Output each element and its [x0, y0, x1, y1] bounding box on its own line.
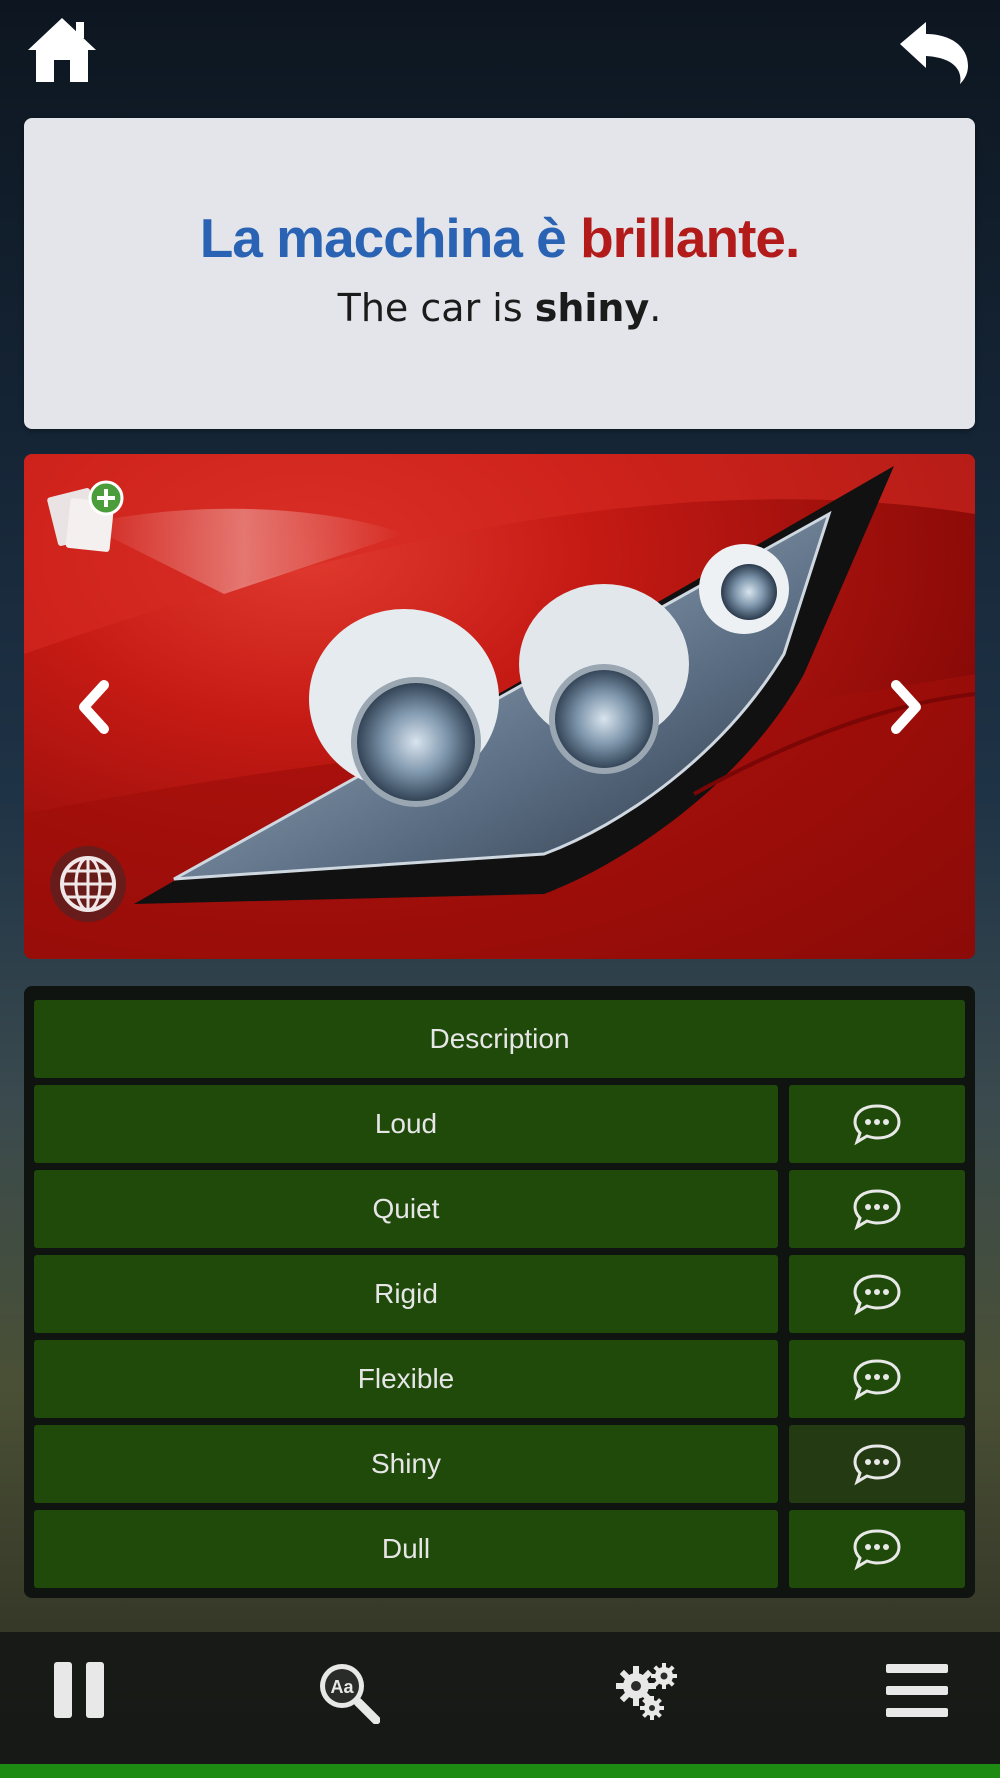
speech-bubble-icon: [853, 1274, 901, 1316]
sentence-card: La macchina è brillante. The car is shin…: [24, 118, 975, 429]
italian-sentence: La macchina è brillante.: [24, 206, 975, 270]
previous-image-button[interactable]: [74, 679, 114, 735]
home-icon: [28, 18, 96, 82]
speak-button[interactable]: [789, 1085, 965, 1163]
speak-button[interactable]: [789, 1510, 965, 1588]
speech-bubble-icon: [853, 1359, 901, 1401]
menu-icon: [886, 1664, 948, 1717]
car-headlight-illustration: [24, 454, 975, 959]
english-sentence: The car is shiny.: [24, 286, 975, 330]
vocabulary-list: Description Loud Quiet Rigid Flexible Sh…: [24, 986, 975, 1598]
pause-icon: [54, 1662, 104, 1718]
progress-strip: [0, 1764, 1000, 1778]
add-flashcard-button[interactable]: [46, 478, 126, 554]
dictionary-glyph: Aa: [330, 1677, 354, 1697]
speech-bubble-icon: [853, 1189, 901, 1231]
globe-icon: [50, 846, 126, 922]
english-text: The car is: [337, 286, 535, 330]
word-button[interactable]: Dull: [34, 1510, 778, 1588]
speak-button[interactable]: [789, 1425, 965, 1503]
add-flashcard-icon: [47, 480, 124, 552]
word-button[interactable]: Shiny: [34, 1425, 778, 1503]
back-button[interactable]: [896, 16, 972, 88]
word-button[interactable]: Loud: [34, 1085, 778, 1163]
speech-bubble-icon: [853, 1529, 901, 1571]
next-image-button[interactable]: [886, 679, 926, 735]
speech-bubble-icon: [853, 1444, 901, 1486]
pause-button[interactable]: [52, 1660, 108, 1724]
speak-button[interactable]: [789, 1170, 965, 1248]
word-button[interactable]: Flexible: [34, 1340, 778, 1418]
translate-globe-button[interactable]: [48, 844, 128, 924]
english-highlight: shiny: [534, 286, 650, 330]
list-header[interactable]: Description: [34, 1000, 965, 1078]
word-button[interactable]: Rigid: [34, 1255, 778, 1333]
bottom-nav-bar: Aa: [0, 1632, 1000, 1764]
speak-button[interactable]: [789, 1255, 965, 1333]
speech-bubble-icon: [853, 1104, 901, 1146]
dictionary-search-button[interactable]: Aa: [316, 1660, 381, 1728]
chevron-left-icon: [79, 680, 109, 734]
menu-button[interactable]: [884, 1660, 950, 1724]
italian-highlight: brillante.: [580, 207, 800, 269]
settings-gears-icon: [616, 1663, 677, 1720]
dictionary-search-icon: Aa: [320, 1664, 381, 1725]
car-headlight-photo: [24, 454, 975, 959]
italian-text: La macchina è: [199, 207, 581, 269]
home-button[interactable]: [26, 14, 98, 86]
english-punct: .: [649, 286, 662, 330]
settings-button[interactable]: [612, 1660, 682, 1726]
undo-arrow-icon: [900, 22, 968, 84]
speak-button[interactable]: [789, 1340, 965, 1418]
chevron-right-icon: [891, 680, 921, 734]
word-button[interactable]: Quiet: [34, 1170, 778, 1248]
